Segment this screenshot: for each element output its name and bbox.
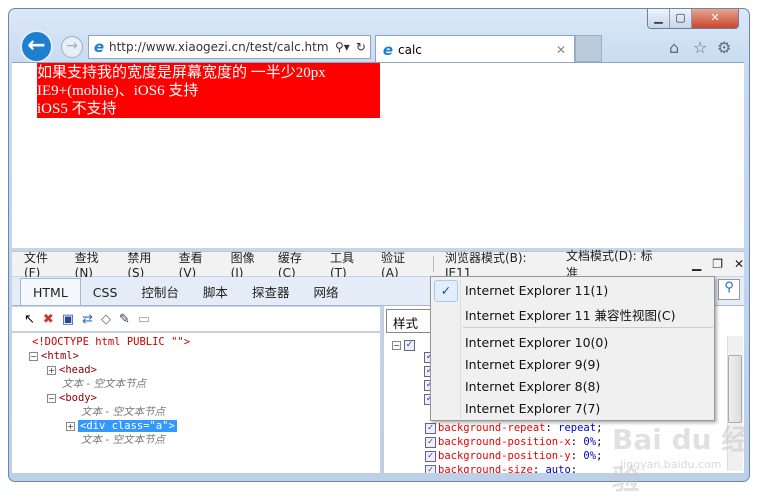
menu-find[interactable]: 查找(N) [75,249,117,280]
divider [460,279,461,419]
text-line: iOS5 不支持 [37,101,117,117]
prop-row[interactable]: ✓ background-size: auto; [425,464,577,473]
ie-icon: e [93,38,105,56]
prop-row[interactable]: ✓ background-repeat: repeat; [425,422,602,434]
tab-css[interactable]: CSS [81,281,130,305]
tab-title: calc [398,42,422,57]
tree-node-text[interactable]: 文本 - 空文本节点 [81,405,165,419]
text-line: 如果支持我的宽度是屏幕宽度的 一半少20px [37,65,326,81]
node-text: <body> [59,392,97,404]
prop-name: background-position-x [438,436,571,448]
rule-collapse[interactable]: − ✓ [392,338,417,352]
divider [432,256,434,272]
menu-item-ie7[interactable]: Internet Explorer 7(7) [465,401,600,416]
expand-icon[interactable]: + [66,421,75,431]
prop-value: auto [545,464,571,473]
tab-network[interactable]: 网络 [301,281,350,305]
window-controls: ▁ ▢ ✕ [647,9,739,29]
prop-value: repeat [558,422,597,434]
tab-html[interactable]: HTML [20,278,81,305]
style-select[interactable]: 样式 [386,309,436,333]
tree-node-text[interactable]: 文本 - 空文本节点 [81,433,165,447]
menu-file[interactable]: 文件(F) [24,249,64,280]
address-bar[interactable]: e http://www.xiaogezi.cn/test/calc.htm ⚲… [88,35,371,59]
menu-validate[interactable]: 验证(A) [381,249,422,280]
prop-row[interactable]: ✓ background-position-y: 0%; [425,450,602,462]
tree-node-div[interactable]: + <div class="a"> [66,419,177,433]
divider [463,327,713,328]
menu-tools[interactable]: 工具(T) [330,249,370,280]
prop-row[interactable]: ✓ background-position-x: 0%; [425,436,602,448]
browser-mode-menu[interactable]: 浏览器模式(B): IE11 [445,249,555,280]
maximize-button[interactable]: ▢ [670,9,692,28]
clear-icon[interactable]: ✖ [43,312,54,327]
tree-node-html[interactable]: − <html> [29,349,79,363]
devtools-minimize-icon[interactable]: ▁ [692,257,701,271]
minimize-button[interactable]: ▁ [648,9,670,28]
node-text: <!DOCTYPE html PUBLIC ""> [32,336,191,348]
prop-name: background-position-y [438,450,571,462]
save-icon[interactable]: ▣ [62,312,74,327]
menu-item-ie11-compat[interactable]: Internet Explorer 11 兼容性视图(C) [465,305,676,324]
check-icon: ✓ [434,280,458,302]
ie-icon: e [382,40,394,59]
new-tab-button[interactable] [575,35,602,62]
devtools-menubar: 文件(F) 查找(N) 禁用(S) 查看(V) 图像(I) 缓存(C) 工具(T… [12,249,744,280]
prop-value: 0% [583,450,597,462]
text-line: IE9+(moblie)、iOS6 支持 [37,83,199,99]
node-text: <head> [59,364,97,376]
url-text: http://www.xiaogezi.cn/test/calc.htm [109,40,329,54]
close-button[interactable]: ✕ [692,9,738,28]
devtools-close-icon[interactable]: ✕ [734,257,744,271]
html-toolbar: ↖ ✖ ▣ ⇄ ◇ ✎ ▭ [12,307,380,331]
tab-calc[interactable]: e calc ✕ [375,35,575,63]
back-button[interactable]: ← [20,30,53,63]
menu-cache[interactable]: 缓存(C) [278,249,319,280]
tab-console[interactable]: 控制台 [129,281,191,305]
devtools-undock-icon[interactable]: ❐ [712,257,723,271]
star-icon[interactable]: ☆ [693,38,707,57]
tree-node-body[interactable]: − <body> [47,391,97,405]
forward-button[interactable]: → [61,36,83,58]
menu-images[interactable]: 图像(I) [231,249,267,280]
red-div: 如果支持我的宽度是屏幕宽度的 一半少20px IE9+(moblie)、iOS6… [37,63,380,118]
refresh-icon[interactable]: ↻ [356,40,366,54]
word-wrap-icon[interactable]: ▭ [138,312,150,327]
scrollbar-thumb[interactable] [728,355,742,423]
tab-script[interactable]: 脚本 [191,281,240,305]
collapse-icon[interactable]: − [47,393,56,403]
source-icon[interactable]: ◇ [101,312,111,327]
edit-icon[interactable]: ✎ [119,312,130,327]
collapse-icon[interactable]: − [29,351,38,361]
node-text: <div class="a"> [78,420,177,432]
menu-item-ie11[interactable]: Internet Explorer 11(1) [465,283,608,298]
search-icon[interactable]: ⚲▾ [335,40,350,54]
prop-name: background-size [438,464,533,473]
gear-icon[interactable]: ⚙ [717,38,731,57]
browser-mode-dropdown: ✓ Internet Explorer 11(1) Internet Explo… [430,276,715,421]
watermark-url: jingyan.baidu.com [620,458,722,471]
expand-icon[interactable]: + [47,365,56,375]
refresh-icon[interactable]: ⇄ [82,312,93,327]
home-icon[interactable]: ⌂ [669,38,679,57]
tree-node-doctype[interactable]: <!DOCTYPE html PUBLIC ""> [32,335,190,349]
devtools-tabs: HTML CSS 控制台 脚本 探查器 网络 [12,277,430,306]
prop-value: 0% [583,436,597,448]
tree-node-head[interactable]: + <head> [47,363,97,377]
select-element-icon[interactable]: ↖ [24,312,35,327]
menu-view[interactable]: 查看(V) [179,249,220,280]
menu-item-ie8[interactable]: Internet Explorer 8(8) [465,379,600,394]
menu-item-ie10[interactable]: Internet Explorer 10(0) [465,335,608,350]
menu-item-ie9[interactable]: Internet Explorer 9(9) [465,357,600,372]
prop-name: background-repeat [438,422,546,434]
tab-close-icon[interactable]: ✕ [556,43,566,57]
node-text: <html> [41,350,79,362]
search-icon[interactable]: ⚲ [718,279,740,300]
tree-node-text[interactable]: 文本 - 空文本节点 [62,377,146,391]
menu-disable[interactable]: 禁用(S) [127,249,167,280]
dom-tree: <!DOCTYPE html PUBLIC ""> − <html> + <head… [12,332,380,473]
tab-profiler[interactable]: 探查器 [240,281,302,305]
